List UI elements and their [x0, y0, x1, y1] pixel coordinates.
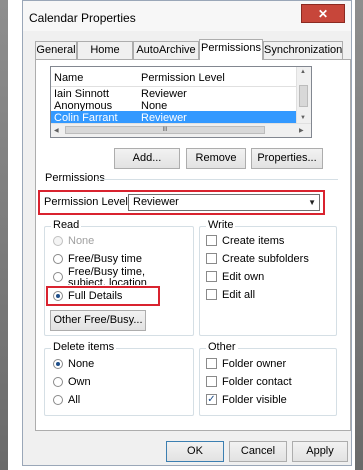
read-full-details-label: Full Details: [68, 290, 123, 302]
permissions-tab-panel: Name Permission Level Iain Sinnott Revie…: [35, 59, 351, 431]
create-subfolders-label: Create subfolders: [222, 253, 309, 265]
permission-level-label: Permission Level:: [44, 196, 131, 208]
delete-all-label: All: [68, 394, 81, 406]
checkmark-icon: ✓: [207, 394, 216, 405]
delete-items-group: Delete items: [44, 341, 194, 416]
tab-general[interactable]: General: [35, 41, 77, 59]
other-free-busy-button[interactable]: Other Free/Busy...: [50, 310, 146, 331]
create-items-checkbox[interactable]: [206, 235, 217, 246]
tab-permissions[interactable]: Permissions: [199, 39, 263, 60]
ok-button[interactable]: OK: [166, 441, 224, 462]
read-none-label: None: [68, 235, 95, 247]
radio-selected-dot: [56, 362, 60, 366]
list-header: Name Permission Level: [51, 67, 299, 87]
background-left-edge: [0, 0, 8, 470]
close-icon: ✕: [317, 7, 329, 21]
folder-visible-label: Folder visible: [222, 394, 287, 406]
folder-owner-label: Folder owner: [222, 358, 287, 370]
grip-icon: III: [162, 127, 168, 133]
properties-button[interactable]: Properties...: [251, 148, 323, 169]
permissions-list[interactable]: Name Permission Level Iain Sinnott Revie…: [50, 66, 312, 138]
delete-none-radio[interactable]: [53, 359, 63, 369]
add-button[interactable]: Add...: [114, 148, 180, 169]
scroll-right-icon[interactable]: ▶: [299, 127, 304, 134]
other-group-title: Other: [206, 341, 238, 353]
window-title: Calendar Properties: [29, 11, 136, 25]
background-right-edge: [355, 0, 363, 470]
tab-synchronization[interactable]: Synchronization: [263, 41, 343, 59]
create-items-label: Create items: [222, 235, 285, 247]
permission-level-dropdown[interactable]: Reviewer ▼: [128, 194, 320, 211]
permissions-section-title: Permissions: [45, 172, 105, 184]
column-header-name[interactable]: Name: [54, 72, 83, 84]
read-free-busy-subject-label: Free/Busy time, subject, location: [68, 267, 147, 285]
edit-all-checkbox[interactable]: [206, 289, 217, 300]
folder-owner-checkbox[interactable]: [206, 358, 217, 369]
delete-all-radio[interactable]: [53, 395, 63, 405]
read-none-radio[interactable]: [53, 236, 63, 246]
apply-button[interactable]: Apply: [292, 441, 348, 462]
close-button[interactable]: ✕: [301, 4, 345, 23]
write-group-title: Write: [206, 219, 236, 231]
remove-button[interactable]: Remove: [186, 148, 246, 169]
read-free-busy-radio[interactable]: [53, 254, 63, 264]
folder-contact-label: Folder contact: [222, 376, 292, 388]
horizontal-scrollbar[interactable]: ◀ III ▶: [51, 123, 311, 137]
permission-level-value: Reviewer: [133, 196, 179, 208]
cancel-button[interactable]: Cancel: [229, 441, 287, 462]
calendar-properties-dialog: Calendar Properties ✕ General Home Page …: [22, 0, 352, 466]
scroll-up-icon[interactable]: ▲: [300, 69, 306, 75]
column-header-permission-level[interactable]: Permission Level: [141, 72, 225, 84]
edit-all-label: Edit all: [222, 289, 256, 301]
scroll-down-icon[interactable]: ▼: [300, 115, 306, 121]
tab-home-page[interactable]: Home Page: [77, 41, 133, 73]
edit-own-checkbox[interactable]: [206, 271, 217, 282]
chevron-down-icon[interactable]: ▼: [308, 198, 316, 207]
delete-own-radio[interactable]: [53, 377, 63, 387]
folder-contact-checkbox[interactable]: [206, 376, 217, 387]
vertical-scroll-thumb[interactable]: [299, 85, 308, 107]
read-group-title: Read: [51, 219, 82, 231]
delete-none-label: None: [68, 358, 95, 370]
read-full-details-radio[interactable]: [53, 291, 63, 301]
delete-items-group-title: Delete items: [51, 341, 117, 353]
tab-autoarchive[interactable]: AutoArchive: [133, 41, 199, 59]
radio-selected-dot: [56, 294, 60, 298]
scroll-left-icon[interactable]: ◀: [54, 127, 59, 134]
read-free-busy-label: Free/Busy time: [68, 253, 142, 265]
create-subfolders-checkbox[interactable]: [206, 253, 217, 264]
title-bar: Calendar Properties ✕: [23, 1, 351, 31]
horizontal-scroll-thumb[interactable]: III: [65, 126, 265, 134]
edit-own-label: Edit own: [222, 271, 265, 283]
delete-own-label: Own: [68, 376, 91, 388]
permissions-separator: [98, 179, 338, 180]
vertical-scrollbar[interactable]: ▲ ▼: [296, 67, 311, 125]
tab-strip: General Home Page AutoArchive Permission…: [35, 39, 353, 73]
folder-visible-checkbox[interactable]: ✓: [206, 394, 217, 405]
read-free-busy-subject-radio[interactable]: [53, 272, 63, 282]
